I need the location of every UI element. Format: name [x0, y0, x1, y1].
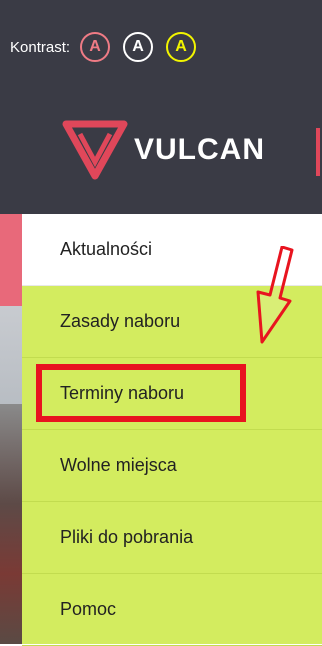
- menu-item-wolne-miejsca[interactable]: Wolne miejsca: [22, 430, 322, 502]
- menu-item-label: Terminy naboru: [60, 383, 185, 403]
- main-menu: Aktualności Zasady naboru Terminy naboru…: [22, 214, 322, 646]
- menu-item-aktualnosci[interactable]: Aktualności: [22, 214, 322, 286]
- menu-item-label: Wolne miejsca: [60, 455, 177, 475]
- contrast-switcher: Kontrast: A A A: [10, 30, 197, 64]
- header-accent: [316, 128, 320, 176]
- contrast-label: Kontrast:: [10, 38, 71, 56]
- contrast-default-button[interactable]: A: [80, 32, 111, 62]
- brand-name: VULCAN: [134, 133, 265, 166]
- contrast-yellow-button[interactable]: A: [166, 32, 197, 62]
- menu-item-zasady-naboru[interactable]: Zasady naboru: [22, 286, 322, 358]
- menu-item-terminy-naboru[interactable]: Terminy naboru: [22, 358, 322, 430]
- site-header: Kontrast: A A A VULCAN: [0, 0, 322, 214]
- background-image-strip: [0, 214, 22, 644]
- vulcan-logo[interactable]: VULCAN: [62, 120, 265, 180]
- menu-item-label: Pomoc: [60, 599, 117, 619]
- contrast-white-button[interactable]: A: [123, 32, 154, 62]
- menu-item-pomoc[interactable]: Pomoc: [22, 574, 322, 646]
- menu-item-pliki-do-pobrania[interactable]: Pliki do pobrania: [22, 502, 322, 574]
- menu-item-label: Pliki do pobrania: [60, 527, 194, 547]
- menu-item-label: Zasady naboru: [60, 311, 181, 331]
- vulcan-logo-icon: [62, 120, 128, 180]
- menu-item-label: Aktualności: [60, 239, 153, 259]
